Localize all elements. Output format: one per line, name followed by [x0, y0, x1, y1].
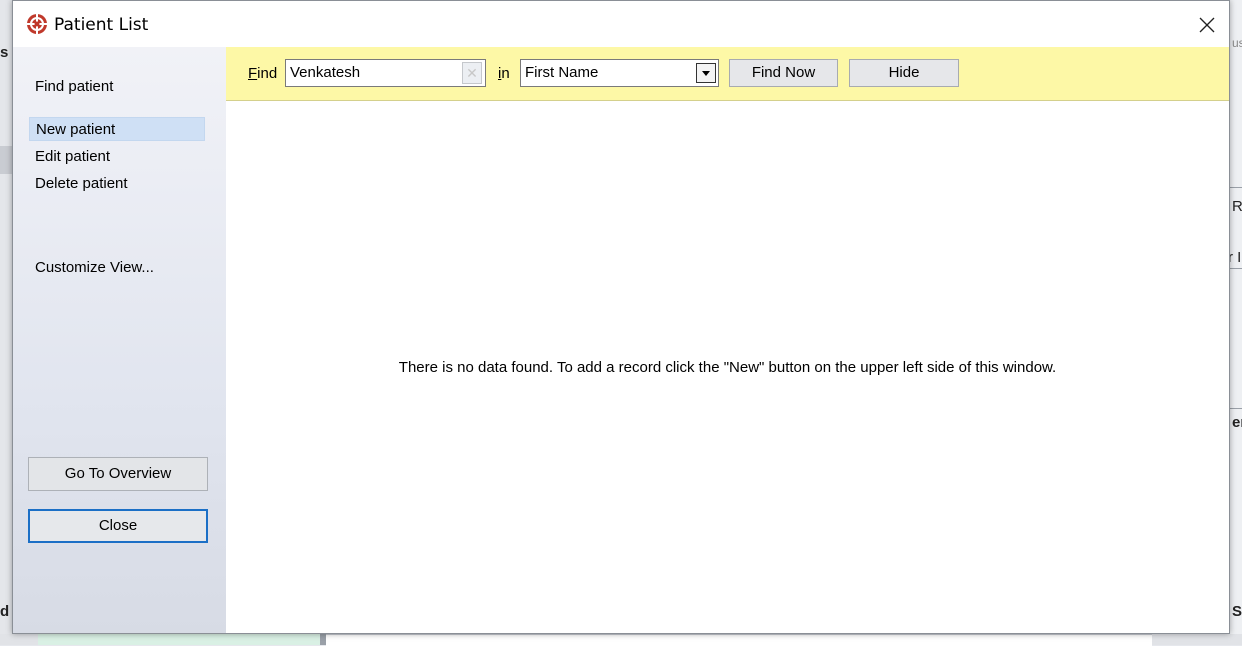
- find-patient-link[interactable]: Find patient: [29, 75, 205, 99]
- background-app-right: us Re r I er S: [1230, 0, 1242, 645]
- background-app-bottom: [0, 634, 1242, 646]
- search-input[interactable]: Venkatesh: [285, 59, 486, 87]
- task-sidebar: Find patient New patient Edit patient De…: [13, 47, 226, 633]
- find-label-text: ind: [257, 65, 278, 82]
- search-field-dropdown[interactable]: First Name: [520, 59, 719, 87]
- close-icon[interactable]: [1191, 10, 1223, 40]
- hide-button[interactable]: Hide: [849, 59, 959, 87]
- find-label: Find: [248, 65, 277, 82]
- background-text-fragment: S: [1232, 603, 1242, 620]
- search-field-value: First Name: [525, 64, 599, 81]
- window-title: Patient List: [54, 15, 149, 35]
- clear-search-icon[interactable]: ✕: [462, 62, 482, 84]
- find-now-button[interactable]: Find Now: [729, 59, 838, 87]
- background-text-fragment: s: [0, 44, 9, 61]
- background-panel: [326, 634, 1152, 646]
- find-label-mnemonic: F: [248, 65, 258, 82]
- background-text-fragment: Re: [1232, 198, 1242, 215]
- in-label: in: [498, 65, 510, 82]
- close-button[interactable]: Close: [28, 509, 208, 543]
- delete-patient-link[interactable]: Delete patient: [29, 172, 205, 196]
- new-patient-link[interactable]: New patient: [29, 117, 205, 141]
- background-text-fragment: us: [1232, 36, 1242, 50]
- background-divider: [1230, 408, 1242, 409]
- background-app-left: s d: [0, 0, 12, 645]
- background-panel: [38, 634, 320, 645]
- empty-state-message: There is no data found. To add a record …: [398, 359, 1057, 376]
- background-text-fragment: er: [1232, 414, 1242, 431]
- in-label-text: n: [501, 65, 510, 82]
- chevron-down-icon[interactable]: [696, 63, 716, 83]
- find-bar: Find Venkatesh ✕ in First Name Find Now …: [226, 47, 1229, 101]
- background-text-fragment: r I: [1230, 249, 1242, 266]
- background-divider: [1230, 268, 1242, 269]
- go-to-overview-button[interactable]: Go To Overview: [28, 457, 208, 491]
- background-divider: [1230, 187, 1242, 188]
- patient-list-dialog: Patient List Find patient New patient Ed…: [12, 0, 1230, 634]
- patient-results-area: There is no data found. To add a record …: [226, 101, 1229, 633]
- background-text-fragment: d: [0, 603, 10, 620]
- edit-patient-link[interactable]: Edit patient: [29, 145, 205, 169]
- title-bar: Patient List: [13, 1, 1229, 47]
- background-strip: [0, 146, 12, 174]
- app-logo-icon: [27, 14, 47, 34]
- customize-view-link[interactable]: Customize View...: [29, 256, 205, 280]
